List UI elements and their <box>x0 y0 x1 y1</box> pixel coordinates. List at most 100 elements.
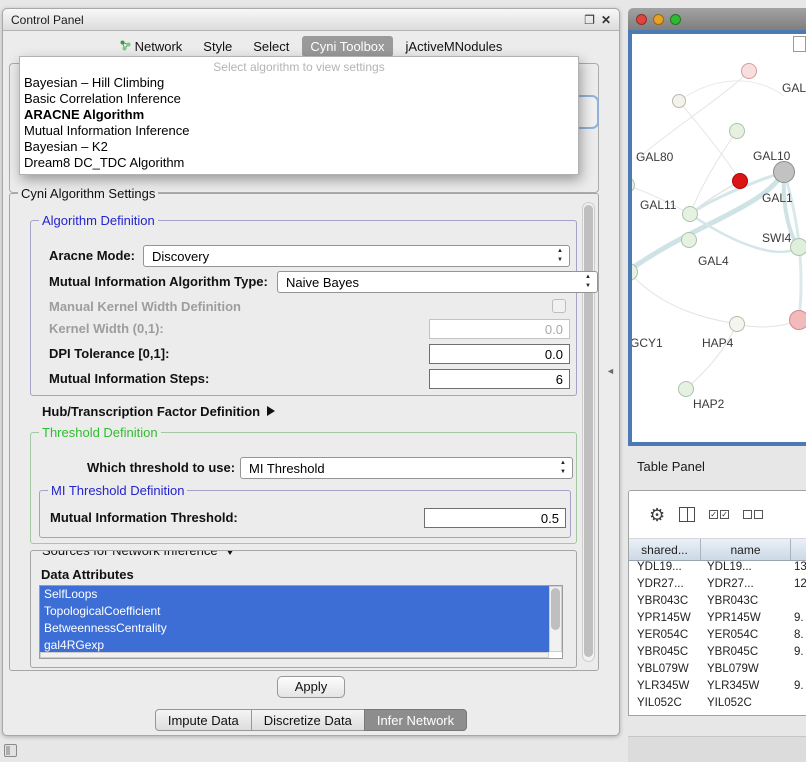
table-cell: YDL19... <box>701 561 791 578</box>
table-cell: 9. <box>791 612 806 629</box>
table-cell <box>791 663 806 680</box>
algorithm-menu-items: Bayesian – Hill ClimbingBasic Correlatio… <box>20 75 578 171</box>
close-panel-icon[interactable]: ✕ <box>601 13 611 27</box>
manual-kernel-label: Manual Kernel Width Definition <box>49 297 241 317</box>
network-node-label: GAL80 <box>636 150 673 164</box>
manual-kernel-checkbox[interactable] <box>552 299 566 313</box>
table-cell: 9. <box>791 646 806 663</box>
table-row[interactable]: YBR045CYBR045C9. <box>629 646 806 663</box>
mi-type-select[interactable]: Naive Bayes ▲▼ <box>277 271 598 293</box>
column-header-shared[interactable]: shared... <box>629 539 701 560</box>
status-area <box>628 736 806 762</box>
float-window-icon[interactable]: ❐ <box>584 13 595 27</box>
attributes-scrollbar-thumb[interactable] <box>551 588 560 630</box>
attributes-hscrollbar[interactable] <box>40 652 549 658</box>
tab-network[interactable]: Network <box>112 36 191 57</box>
table-row[interactable]: YLR345WYLR345W9. <box>629 680 806 697</box>
network-node[interactable] <box>672 94 686 108</box>
table-cell: YBR043C <box>629 595 701 612</box>
network-node[interactable] <box>729 123 745 139</box>
aracne-mode-select[interactable]: Discovery ▲▼ <box>143 245 570 267</box>
gear-icon[interactable]: ⚙ <box>649 506 665 524</box>
which-threshold-select[interactable]: MI Threshold ▲▼ <box>240 457 573 479</box>
network-node[interactable] <box>729 316 745 332</box>
data-attribute-item[interactable]: SelfLoops <box>40 586 549 603</box>
table-row[interactable]: YIL052CYIL052C <box>629 697 806 714</box>
combo-stepper-icon: ▲▼ <box>556 459 570 477</box>
network-node[interactable] <box>790 238 806 256</box>
mi-type-value: Naive Bayes <box>286 275 359 290</box>
tab-select[interactable]: Select <box>245 36 297 57</box>
minimize-traffic-light-icon[interactable] <box>653 14 664 25</box>
table-row[interactable]: YBR043CYBR043C <box>629 595 806 612</box>
table-row[interactable]: YPR145WYPR145W9. <box>629 612 806 629</box>
sources-group-title[interactable]: Sources for Network Inference <box>39 550 238 558</box>
network-node[interactable] <box>678 381 694 397</box>
bottom-tab-infer-network[interactable]: Infer Network <box>364 709 467 731</box>
tab-cyni-toolbox[interactable]: Cyni Toolbox <box>302 36 392 57</box>
data-attribute-item[interactable]: BetweennessCentrality <box>40 620 549 637</box>
tab-label: Network <box>135 39 183 54</box>
close-traffic-light-icon[interactable] <box>636 14 647 25</box>
network-node-label: GAL11 <box>640 198 676 212</box>
which-threshold-label: Which threshold to use: <box>87 458 235 478</box>
hub-tf-section[interactable]: Hub/Transcription Factor Definition <box>42 402 275 422</box>
algorithm-menu-item[interactable]: ARACNE Algorithm <box>20 107 578 123</box>
zoom-traffic-light-icon[interactable] <box>670 14 681 25</box>
algorithm-menu-item[interactable]: Mutual Information Inference <box>20 123 578 139</box>
mi-threshold-label: Mutual Information Threshold: <box>50 508 238 528</box>
network-node[interactable] <box>773 161 795 183</box>
tab-label: Style <box>203 39 232 54</box>
table-row[interactable]: YBL079WYBL079W <box>629 663 806 680</box>
kernel-width-field[interactable]: 0.0 <box>429 319 570 339</box>
table-row[interactable]: YDL19...YDL19...13 <box>629 561 806 578</box>
network-node-label: HAP2 <box>693 397 724 411</box>
network-node[interactable] <box>682 206 698 222</box>
mi-threshold-group-title: MI Threshold Definition <box>48 483 187 498</box>
deselect-all-icon[interactable] <box>743 510 763 519</box>
splitter-handle-icon[interactable]: ◄ <box>606 366 615 376</box>
column-header-name[interactable]: name <box>701 539 791 560</box>
table-row[interactable]: YDR27...YDR27...12 <box>629 578 806 595</box>
tab-label: Cyni Toolbox <box>310 39 384 54</box>
table-cell: YBR045C <box>629 646 701 663</box>
network-canvas[interactable]: GALGAL80GAL10GAL1GAL11SWI4GAL4GCY1HAP4HA… <box>632 34 806 442</box>
select-all-icon[interactable]: ✓ ✓ <box>709 510 729 519</box>
network-node[interactable] <box>741 63 757 79</box>
panel-toggle-icon[interactable] <box>4 744 17 757</box>
network-node[interactable] <box>681 232 697 248</box>
dpi-tolerance-field[interactable]: 0.0 <box>429 344 570 364</box>
bottom-tab-bar: Impute DataDiscretize DataInfer Network <box>3 709 619 731</box>
mi-threshold-field[interactable]: 0.5 <box>424 508 566 528</box>
network-window-frame: GALGAL80GAL10GAL1GAL11SWI4GAL4GCY1HAP4HA… <box>628 30 806 446</box>
mi-steps-field[interactable]: 6 <box>429 369 570 389</box>
network-node[interactable] <box>732 173 748 189</box>
algorithm-definition-title: Algorithm Definition <box>39 213 158 228</box>
algorithm-menu-item[interactable]: Dream8 DC_TDC Algorithm <box>20 155 578 171</box>
column-selector-icon[interactable] <box>679 507 695 522</box>
network-node[interactable] <box>789 310 806 330</box>
algorithm-menu-item[interactable]: Bayesian – K2 <box>20 139 578 155</box>
bottom-tab-discretize-data[interactable]: Discretize Data <box>251 709 365 731</box>
table-row[interactable]: YER054CYER054C8. <box>629 629 806 646</box>
attributes-scrollbar[interactable] <box>549 586 562 652</box>
algorithm-menu-item[interactable]: Bayesian – Hill Climbing <box>20 75 578 91</box>
birdseye-corner <box>793 36 806 52</box>
threshold-definition-title: Threshold Definition <box>39 425 161 440</box>
table-cell: 8. <box>791 629 806 646</box>
table-cell: 9. <box>791 680 806 697</box>
algorithm-menu-item[interactable]: Basic Correlation Inference <box>20 91 578 107</box>
table-rows: YDL19...YDL19...13YDR27...YDR27...12YBR0… <box>629 561 806 715</box>
table-panel-window: ⚙ ✓ ✓ shared... name YDL19...YDL19...13Y… <box>628 490 806 716</box>
column-header-extra[interactable] <box>791 539 806 560</box>
control-panel-title: Control Panel <box>11 13 84 27</box>
apply-button[interactable]: Apply <box>277 676 345 698</box>
table-header: shared... name <box>629 539 806 561</box>
tab-jactivemnodules[interactable]: jActiveMNodules <box>398 36 511 57</box>
checked-box-icon: ✓ <box>709 510 718 519</box>
tab-style[interactable]: Style <box>195 36 240 57</box>
bottom-tab-impute-data[interactable]: Impute Data <box>155 709 252 731</box>
network-node-label: GAL1 <box>762 191 793 205</box>
data-attribute-item[interactable]: TopologicalCoefficient <box>40 603 549 620</box>
hub-tf-label: Hub/Transcription Factor Definition <box>42 404 260 419</box>
